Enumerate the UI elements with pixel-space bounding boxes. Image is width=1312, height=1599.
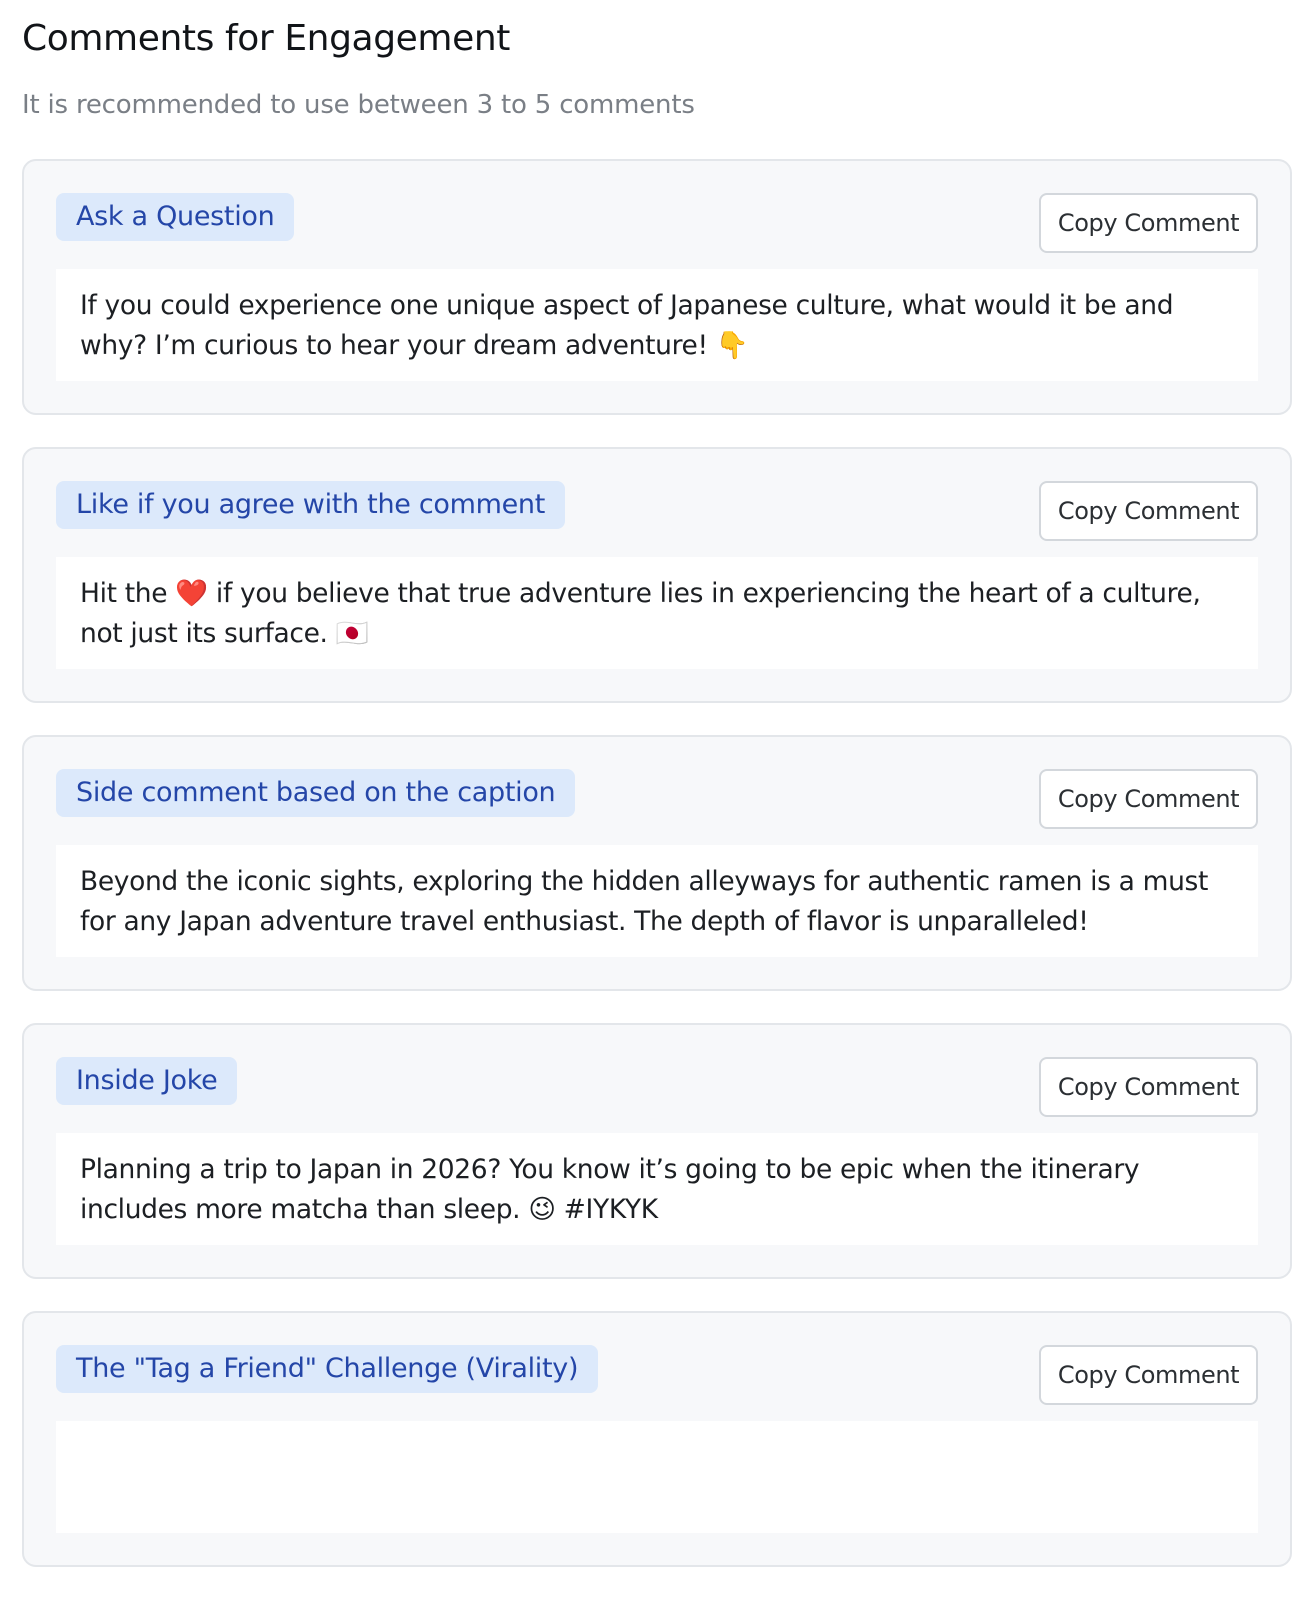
comment-text: If you could experience one unique aspec… <box>56 269 1258 381</box>
page-title: Comments for Engagement <box>22 18 510 59</box>
comment-type-tag: The "Tag a Friend" Challenge (Virality) <box>56 1345 599 1393</box>
comment-text: Hit the ❤️ if you believe that true adve… <box>56 557 1258 669</box>
copy-comment-button[interactable]: Copy Comment <box>1039 481 1258 541</box>
comment-text <box>56 1421 1258 1533</box>
copy-comment-button[interactable]: Copy Comment <box>1039 1057 1258 1117</box>
comment-type-tag: Side comment based on the caption <box>56 769 576 817</box>
comment-type-tag: Inside Joke <box>56 1057 238 1105</box>
comment-card: Inside Joke Copy Comment Planning a trip… <box>22 1023 1292 1279</box>
comment-card: The "Tag a Friend" Challenge (Virality) … <box>22 1311 1292 1567</box>
comment-type-tag: Ask a Question <box>56 193 295 241</box>
copy-comment-button[interactable]: Copy Comment <box>1039 193 1258 253</box>
comment-card: Side comment based on the caption Copy C… <box>22 735 1292 991</box>
copy-comment-button[interactable]: Copy Comment <box>1039 1345 1258 1405</box>
copy-comment-button[interactable]: Copy Comment <box>1039 769 1258 829</box>
comment-type-tag: Like if you agree with the comment <box>56 481 566 529</box>
comment-text: Planning a trip to Japan in 2026? You kn… <box>56 1133 1258 1245</box>
comment-card: Like if you agree with the comment Copy … <box>22 447 1292 703</box>
comment-card-list: Ask a Question Copy Comment If you could… <box>22 159 1292 1599</box>
comment-card: Ask a Question Copy Comment If you could… <box>22 159 1292 415</box>
page-subtitle: It is recommended to use between 3 to 5 … <box>22 90 695 120</box>
comment-text: Beyond the iconic sights, exploring the … <box>56 845 1258 957</box>
